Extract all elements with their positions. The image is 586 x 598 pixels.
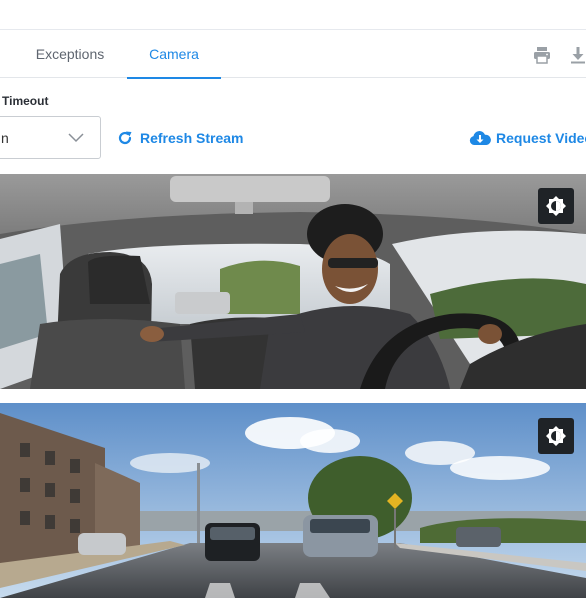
download-icon[interactable]	[569, 46, 586, 64]
chevron-down-icon	[68, 133, 84, 143]
outward-camera-stream	[0, 403, 586, 598]
refresh-icon	[118, 131, 132, 145]
inward-brightness-button[interactable]	[538, 188, 574, 224]
inward-camera-image	[0, 174, 586, 389]
timeout-label: Timeout	[2, 94, 49, 108]
outward-brightness-button[interactable]	[538, 418, 574, 454]
brightness-icon	[546, 426, 566, 446]
timeout-select[interactable]: n	[0, 116, 101, 159]
refresh-stream-button[interactable]: Refresh Stream	[117, 128, 244, 148]
outward-camera-image	[0, 403, 586, 598]
tab-exceptions[interactable]: Exceptions	[26, 31, 114, 78]
cloud-download-icon	[469, 131, 491, 145]
timeout-select-value: n	[1, 130, 9, 146]
tab-bar: Exceptions Camera	[0, 31, 586, 79]
brightness-icon	[546, 196, 566, 216]
print-icon[interactable]	[533, 46, 551, 64]
request-video-button[interactable]: Request Video	[469, 128, 586, 148]
request-video-label: Request Video	[496, 130, 586, 146]
tab-camera[interactable]: Camera	[127, 31, 221, 79]
inward-camera-stream	[0, 174, 586, 389]
refresh-stream-label: Refresh Stream	[140, 130, 244, 146]
top-bar	[0, 0, 586, 30]
